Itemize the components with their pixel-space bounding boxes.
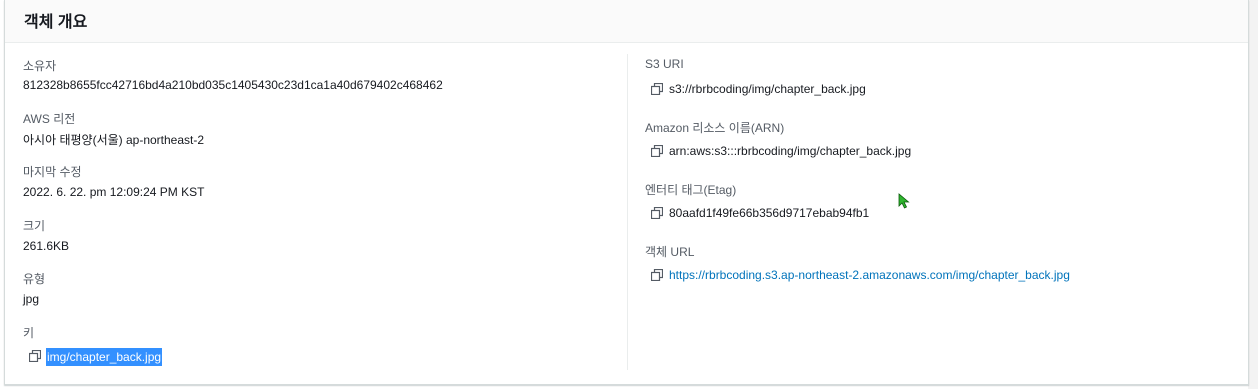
last-modified-value: 2022. 6. 22. pm 12:09:24 PM KST [23,185,205,199]
column-divider [627,54,628,370]
owner-label: 소유자 [23,59,57,73]
copy-icon[interactable] [651,145,663,157]
s3-uri-label: S3 URI [645,57,684,71]
etag-label: 엔터티 태그(Etag) [645,183,737,197]
s3-uri-value: s3://rbrbcoding/img/chapter_back.jpg [669,82,866,96]
copy-icon[interactable] [651,269,663,281]
etag-value: 80aafd1f49fe66b356d9717ebab94fb1 [669,206,870,220]
object-overview-panel: 객체 개요 소유자 812328b8655fcc42716bd4a210bd03… [4,0,1249,385]
copy-icon[interactable] [651,207,663,219]
region-value: 아시아 태평양(서울) ap-northeast-2 [23,133,205,147]
owner-value: 812328b8655fcc42716bd4a210bd035c1405430c… [23,78,443,92]
key-value[interactable]: img/chapter_back.jpg [46,348,163,366]
type-value: jpg [23,292,40,306]
window-edge [1248,0,1258,389]
key-label: 키 [23,326,35,340]
arn-label: Amazon 리소스 이름(ARN) [645,121,785,135]
region-label: AWS 리전 [23,112,76,126]
copy-icon[interactable] [651,83,663,95]
object-url-label: 객체 URL [645,245,695,259]
type-label: 유형 [23,272,46,286]
size-value: 261.6KB [23,239,70,253]
size-label: 크기 [23,219,46,233]
last-modified-label: 마지막 수정 [23,165,82,179]
copy-icon[interactable] [29,350,41,362]
object-url-link[interactable]: https://rbrbcoding.s3.ap-northeast-2.ama… [669,268,1070,282]
panel-title: 객체 개요 [24,14,88,31]
mouse-cursor-icon [898,193,910,214]
panel-header: 객체 개요 [5,0,1248,43]
arn-value: arn:aws:s3:::rbrbcoding/img/chapter_back… [669,144,912,158]
